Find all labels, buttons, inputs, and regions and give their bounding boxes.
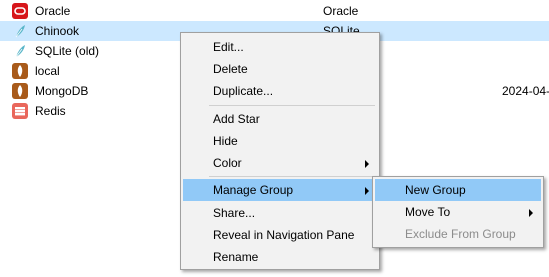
connection-name: Chinook [35,24,80,38]
menu-item-label: Duplicate... [213,84,274,98]
menu-item-add-star[interactable]: Add Star [183,108,377,130]
connection-name: Oracle [35,4,71,18]
connection-type: Oracle [323,4,359,18]
submenu-item-move-to[interactable]: Move To [375,201,541,223]
menu-item-label: Reveal in Navigation Pane [213,228,355,242]
menu-item-duplicate[interactable]: Duplicate... [183,80,377,102]
menu-item-label: Rename [213,250,259,264]
sqlite-feather-icon [12,43,28,59]
connection-row-oracle[interactable]: Oracle Oracle [0,1,549,21]
submenu-item-new-group[interactable]: New Group [375,179,541,201]
connection-name: SQLite (old) [35,44,100,58]
connection-name: Redis [35,104,66,118]
menu-item-label: New Group [405,183,466,197]
mongodb-leaf-icon [12,83,28,99]
menu-item-label: Edit... [213,40,244,54]
menu-item-share[interactable]: Share... [183,202,377,224]
menu-item-label: Share... [213,206,256,220]
menu-separator [209,105,375,106]
mongodb-leaf-icon [12,63,28,79]
menu-item-edit[interactable]: Edit... [183,36,377,58]
submenu-arrow-icon [529,209,533,217]
oracle-icon [12,3,28,19]
menu-item-hide[interactable]: Hide [183,130,377,152]
connection-name: local [35,64,60,78]
menu-item-label: Color [213,156,242,170]
manage-group-submenu: New Group Move To Exclude From Group [372,176,544,248]
sqlite-feather-icon [12,23,28,39]
menu-item-label: Exclude From Group [405,227,516,241]
submenu-item-exclude-from-group: Exclude From Group [375,223,541,245]
menu-item-label: Manage Group [213,183,294,197]
menu-item-label: Delete [213,62,248,76]
menu-item-reveal-in-navigation-pane[interactable]: Reveal in Navigation Pane [183,224,377,246]
connection-name: MongoDB [35,84,89,98]
redis-icon [12,103,28,119]
menu-item-label: Add Star [213,112,260,126]
menu-item-label: Move To [405,205,451,219]
context-menu: Edit... Delete Duplicate... Add Star Hid… [180,32,380,270]
submenu-arrow-icon [365,160,369,168]
menu-item-delete[interactable]: Delete [183,58,377,80]
connection-date: 2024-04- [502,84,549,98]
menu-item-manage-group[interactable]: Manage Group [183,179,377,201]
submenu-arrow-icon [365,187,369,195]
menu-separator [209,176,375,177]
menu-item-label: Hide [213,134,238,148]
menu-item-rename[interactable]: Rename [183,246,377,268]
menu-item-color[interactable]: Color [183,152,377,174]
